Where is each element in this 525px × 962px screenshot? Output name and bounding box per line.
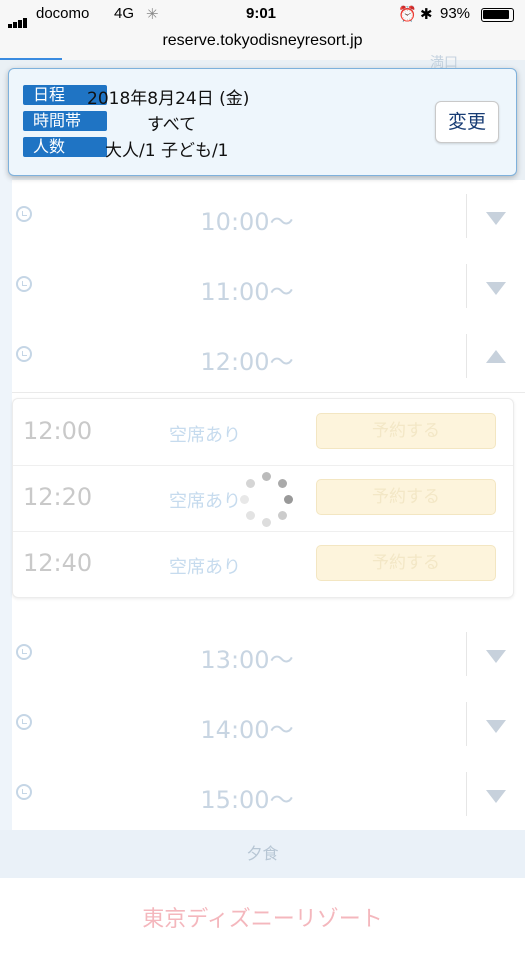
carrier-label: docomo (36, 5, 90, 22)
loading-spinner-icon (236, 470, 296, 530)
time-slot-tag: 時間帯 (23, 111, 107, 131)
reserve-button[interactable]: 予約する (316, 413, 496, 449)
reserve-button[interactable]: 予約する (316, 479, 496, 515)
row-divider (466, 194, 467, 238)
footer-brand-logo: 東京ディズニーリゾート (0, 878, 525, 934)
reserve-button[interactable]: 予約する (316, 545, 496, 581)
slot-time: 12:40 (23, 549, 93, 577)
left-strip (0, 160, 12, 830)
row-divider (466, 772, 467, 816)
chevron-down-icon[interactable] (486, 212, 506, 225)
signal-icon (8, 10, 28, 29)
clock-time: 9:01 (246, 5, 277, 22)
chevron-down-icon[interactable] (486, 282, 506, 295)
url-text: reserve.tokyodisneyresort.jp (162, 32, 363, 49)
battery-icon (481, 8, 514, 22)
time-row-label: 11:00〜 (200, 278, 294, 306)
slot-time: 12:20 (23, 483, 93, 511)
battery-percent: 93% (440, 5, 471, 22)
chevron-down-icon[interactable] (486, 720, 506, 733)
page-content: 満口 昼食 10:00〜 11:00〜 12:00〜 12:00 空席あり 予約… (0, 55, 525, 934)
chevron-up-icon[interactable] (486, 350, 506, 363)
row-divider (466, 702, 467, 746)
time-row-13[interactable]: 13:00〜 (12, 620, 525, 691)
time-row-10[interactable]: 10:00〜 (12, 182, 525, 253)
time-slot-value: すべて (147, 115, 197, 135)
row-divider (466, 334, 467, 378)
row-divider (466, 632, 467, 676)
time-slot: 12:00 空席あり 予約する (13, 399, 513, 466)
time-row-14[interactable]: 14:00〜 (12, 690, 525, 761)
time-row-label: 12:00〜 (200, 348, 294, 376)
party-size-tag: 人数 (23, 137, 107, 157)
time-row-label: 10:00〜 (200, 208, 294, 236)
slot-availability: 空席あり (169, 425, 241, 446)
meal-section-header-dinner: 夕食 (0, 830, 525, 878)
time-row-15[interactable]: 15:00〜 (12, 760, 525, 831)
time-row-label: 13:00〜 (200, 646, 294, 674)
search-summary-card: 日程 2018年8月24日 (金) 時間帯 すべて 人数 大人/1 子ども/1 … (8, 68, 517, 176)
change-button[interactable]: 変更 (435, 101, 499, 143)
chevron-down-icon[interactable] (486, 790, 506, 803)
party-size-value: 大人/1 子ども/1 (105, 141, 229, 161)
slot-availability: 空席あり (169, 491, 241, 512)
status-bar: docomo 4G ✳ 9:01 ⏰ ✱ 93% (0, 0, 525, 29)
slot-availability: 空席あり (169, 557, 241, 578)
bluetooth-icon: ✱ (420, 6, 433, 23)
row-divider (466, 264, 467, 308)
chevron-down-icon[interactable] (486, 650, 506, 663)
alarm-icon: ⏰ (398, 6, 417, 23)
time-row-11[interactable]: 11:00〜 (12, 252, 525, 323)
time-row-12[interactable]: 12:00〜 (12, 322, 525, 393)
network-label: 4G (114, 5, 135, 22)
slot-time: 12:00 (23, 417, 93, 445)
time-slot: 12:40 空席あり 予約する (13, 531, 513, 597)
activity-icon: ✳ (146, 6, 159, 23)
time-row-label: 15:00〜 (200, 786, 294, 814)
time-row-label: 14:00〜 (200, 716, 294, 744)
date-value: 2018年8月24日 (金) (87, 89, 250, 109)
